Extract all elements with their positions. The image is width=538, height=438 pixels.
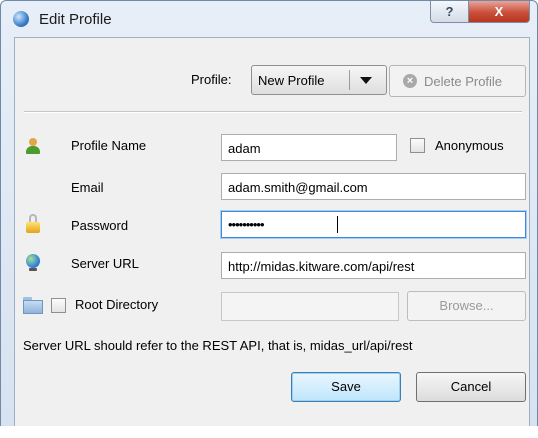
profile-name-label: Profile Name [71, 138, 147, 153]
help-button[interactable]: ? [430, 1, 469, 23]
email-label: Email [71, 180, 104, 195]
password-label: Password [71, 218, 129, 233]
close-icon: X [494, 4, 504, 19]
chevron-down-icon[interactable] [360, 77, 372, 84]
server-url-value: http://midas.kitware.com/api/rest [228, 259, 415, 274]
server-url-hint: Server URL should refer to the REST API,… [23, 338, 413, 353]
delete-icon: × [403, 74, 417, 88]
save-button[interactable]: Save [291, 372, 401, 402]
delete-profile-button[interactable]: × Delete Profile [389, 65, 526, 97]
cancel-button[interactable]: Cancel [416, 372, 526, 402]
root-directory-checkbox[interactable] [51, 298, 66, 313]
profile-select-value: New Profile [258, 73, 325, 88]
dialog-body: Profile: New Profile × Delete Profile Pr… [14, 37, 530, 427]
profile-select[interactable]: New Profile [251, 65, 387, 95]
close-button[interactable]: X [468, 1, 530, 23]
app-icon [13, 11, 29, 27]
help-icon: ? [445, 4, 454, 19]
select-divider [349, 70, 350, 90]
folder-icon [23, 297, 43, 314]
profile-name-input[interactable]: adam [221, 134, 397, 161]
window-title: Edit Profile [39, 11, 112, 28]
email-input[interactable]: adam.smith@gmail.com [221, 173, 526, 200]
profile-label: Profile: [191, 72, 232, 87]
profile-name-value: adam [228, 141, 261, 156]
anonymous-checkbox[interactable] [410, 138, 425, 153]
root-directory-label[interactable]: Root Directory [75, 297, 158, 312]
server-url-input[interactable]: http://midas.kitware.com/api/rest [221, 252, 526, 279]
text-caret [337, 216, 338, 233]
password-value: •••••••••• [228, 217, 265, 232]
password-input[interactable]: •••••••••• [221, 211, 526, 238]
lock-icon [26, 214, 40, 233]
browse-button[interactable]: Browse... [407, 291, 526, 321]
separator [24, 111, 522, 113]
delete-profile-label: Delete Profile [424, 74, 503, 89]
email-value: adam.smith@gmail.com [228, 180, 368, 195]
window-bottom-edge [0, 426, 538, 438]
anonymous-label[interactable]: Anonymous [435, 138, 504, 153]
server-url-label: Server URL [71, 256, 139, 271]
title-bar[interactable]: Edit Profile ? X [1, 1, 537, 37]
user-icon [25, 138, 41, 154]
edit-profile-window: Edit Profile ? X Profile: New Profile × … [0, 0, 538, 438]
root-directory-input[interactable] [221, 292, 399, 321]
globe-icon [25, 254, 41, 271]
